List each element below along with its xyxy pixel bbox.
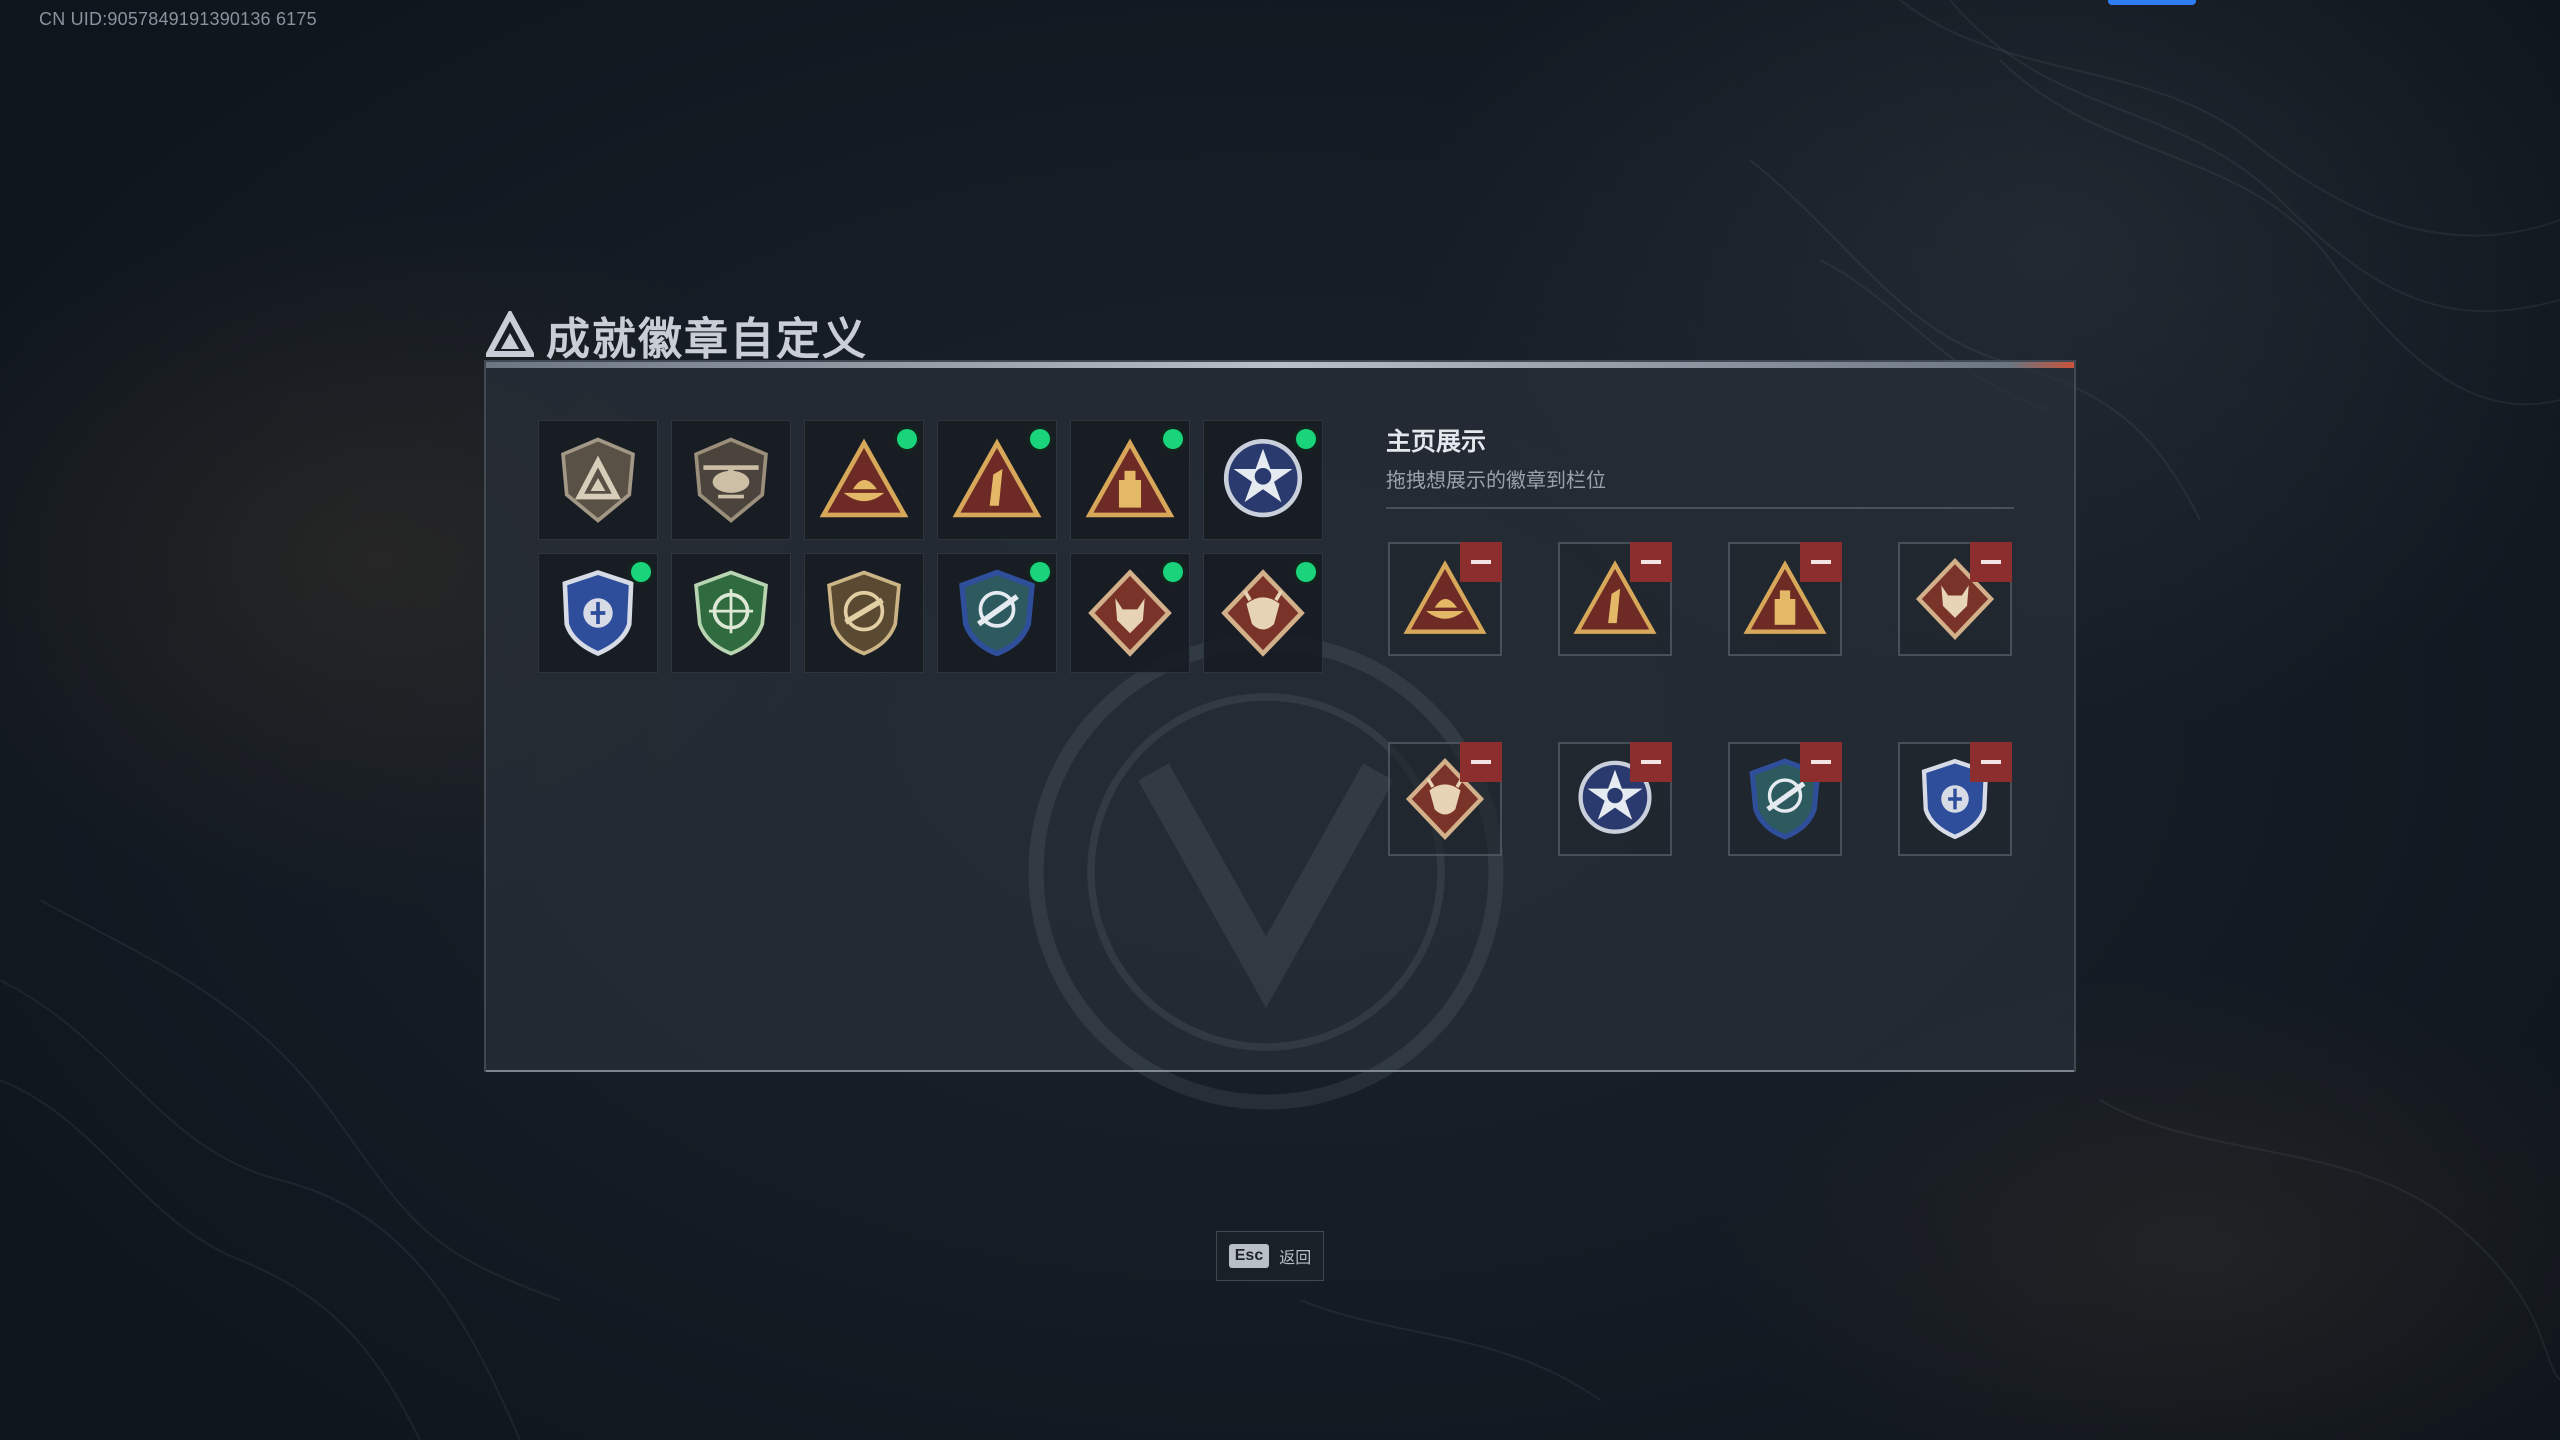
blue-police-shield-icon (562, 570, 634, 656)
tan-rifle-shield-icon (827, 570, 901, 656)
badge-slot-6[interactable] (1203, 420, 1323, 540)
showcase-slot-8[interactable] (1898, 742, 2012, 856)
badge-slot-3[interactable] (804, 420, 924, 540)
equipped-indicator-dot (897, 429, 917, 449)
minus-icon (1981, 760, 2001, 764)
badge-slot-8[interactable] (671, 553, 791, 673)
showcase-slot-6[interactable] (1558, 742, 1672, 856)
remove-badge-button[interactable] (1970, 742, 2012, 782)
minus-icon (1981, 560, 2001, 564)
number-one-triangle-badge-icon (952, 438, 1042, 518)
remove-badge-button[interactable] (1460, 742, 1502, 782)
badge-slot-12[interactable] (1203, 553, 1323, 673)
panel-top-bar (486, 362, 2074, 368)
minus-icon (1471, 560, 1491, 564)
badge-slot-9[interactable] (804, 553, 924, 673)
user-uid-label: CN UID:9057849191390136 6175 (39, 9, 317, 29)
back-label: 返回 (1279, 1250, 1312, 1267)
equipped-indicator-dot (1030, 562, 1050, 582)
showcase-slot-4[interactable] (1898, 542, 2012, 656)
showcase-title: 主页展示 (1386, 428, 1487, 456)
badge-collection-grid (538, 420, 1323, 673)
dragon-diamond-badge-icon (1221, 569, 1305, 657)
showcase-slot-7[interactable] (1728, 742, 1842, 856)
equipped-indicator-dot (1163, 562, 1183, 582)
page-title: 成就徽章自定义 (546, 315, 868, 364)
minus-icon (1811, 760, 1831, 764)
equipped-indicator-dot (1296, 562, 1316, 582)
remove-badge-button[interactable] (1630, 742, 1672, 782)
green-crosshair-shield-icon (694, 570, 768, 656)
badge-slot-5[interactable] (1070, 420, 1190, 540)
minus-icon (1471, 760, 1491, 764)
remove-badge-button[interactable] (1630, 542, 1672, 582)
back-button[interactable]: Esc 返回 (1216, 1231, 1324, 1281)
showcase-slot-2[interactable] (1558, 542, 1672, 656)
badge-customize-panel: 主页展示 拖拽想展示的徽章到栏位 (484, 360, 2076, 1110)
minus-icon (1641, 760, 1661, 764)
showcase-slot-grid (1388, 542, 2012, 856)
equipped-indicator-dot (631, 562, 651, 582)
delta-logo-icon (486, 311, 534, 357)
showcase-subtitle: 拖拽想展示的徽章到栏位 (1386, 470, 1606, 492)
equipped-indicator-dot (1163, 429, 1183, 449)
equipped-indicator-dot (1296, 429, 1316, 449)
tower-triangle-badge-icon (1085, 438, 1175, 518)
remove-badge-button[interactable] (1460, 542, 1502, 582)
badge-slot-4[interactable] (937, 420, 1057, 540)
badge-slot-2[interactable] (671, 420, 791, 540)
boat-triangle-badge-icon (819, 438, 909, 518)
badge-slot-7[interactable] (538, 553, 658, 673)
star-eagle-medal-icon (1223, 439, 1303, 518)
showcase-slot-3[interactable] (1728, 542, 1842, 656)
equipped-indicator-dot (1030, 429, 1050, 449)
showcase-slot-5[interactable] (1388, 742, 1502, 856)
badge-slot-10[interactable] (937, 553, 1057, 673)
top-accent-bar (2108, 0, 2196, 5)
esc-key-hint: Esc (1228, 1244, 1270, 1268)
helicopter-shield-badge-icon (694, 437, 768, 523)
homepage-showcase-section: 主页展示 拖拽想展示的徽章到栏位 (1386, 422, 2014, 856)
remove-badge-button[interactable] (1800, 742, 1842, 782)
badge-slot-1[interactable] (538, 420, 658, 540)
shield-triangle-badge-icon (561, 437, 635, 523)
remove-badge-button[interactable] (1800, 542, 1842, 582)
minus-icon (1811, 560, 1831, 564)
title-bar: 成就徽章自定义 (486, 305, 868, 365)
minus-icon (1641, 560, 1661, 564)
green-blue-rifle-shield-icon (959, 569, 1035, 657)
showcase-slot-1[interactable] (1388, 542, 1502, 656)
remove-badge-button[interactable] (1970, 542, 2012, 582)
wolf-diamond-badge-icon (1088, 569, 1172, 657)
showcase-divider (1386, 507, 2014, 509)
badge-slot-11[interactable] (1070, 553, 1190, 673)
